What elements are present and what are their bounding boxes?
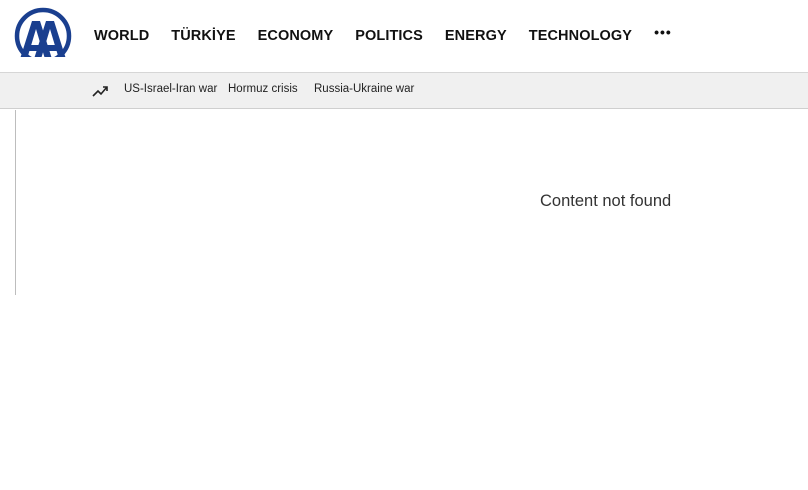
site-header: WORLD TÜRKİYE ECONOMY POLITICS ENERGY TE…	[0, 0, 808, 73]
trending-up-icon	[92, 84, 109, 98]
trending-link-russia-ukraine-war[interactable]: Russia-Ukraine war	[314, 83, 414, 95]
nav-item-technology[interactable]: TECHNOLOGY	[529, 28, 632, 44]
trending-bar: US-Israel-Iran war Hormuz crisis Russia-…	[0, 73, 808, 109]
content-not-found-message: Content not found	[540, 192, 672, 210]
content-divider	[15, 110, 16, 295]
main-nav: WORLD TÜRKİYE ECONOMY POLITICS ENERGY TE…	[94, 0, 672, 72]
nav-item-economy[interactable]: ECONOMY	[258, 28, 334, 44]
nav-item-turkiye[interactable]: TÜRKİYE	[171, 28, 235, 44]
nav-item-energy[interactable]: ENERGY	[445, 28, 507, 44]
trending-link-us-israel-iran-war[interactable]: US-Israel-Iran war	[124, 83, 217, 95]
aa-logo-icon[interactable]	[14, 7, 72, 65]
trending-link-hormuz-crisis[interactable]: Hormuz crisis	[228, 83, 298, 95]
nav-item-politics[interactable]: POLITICS	[355, 28, 423, 44]
more-menu-icon[interactable]: •••	[654, 24, 672, 40]
nav-item-world[interactable]: WORLD	[94, 28, 149, 44]
